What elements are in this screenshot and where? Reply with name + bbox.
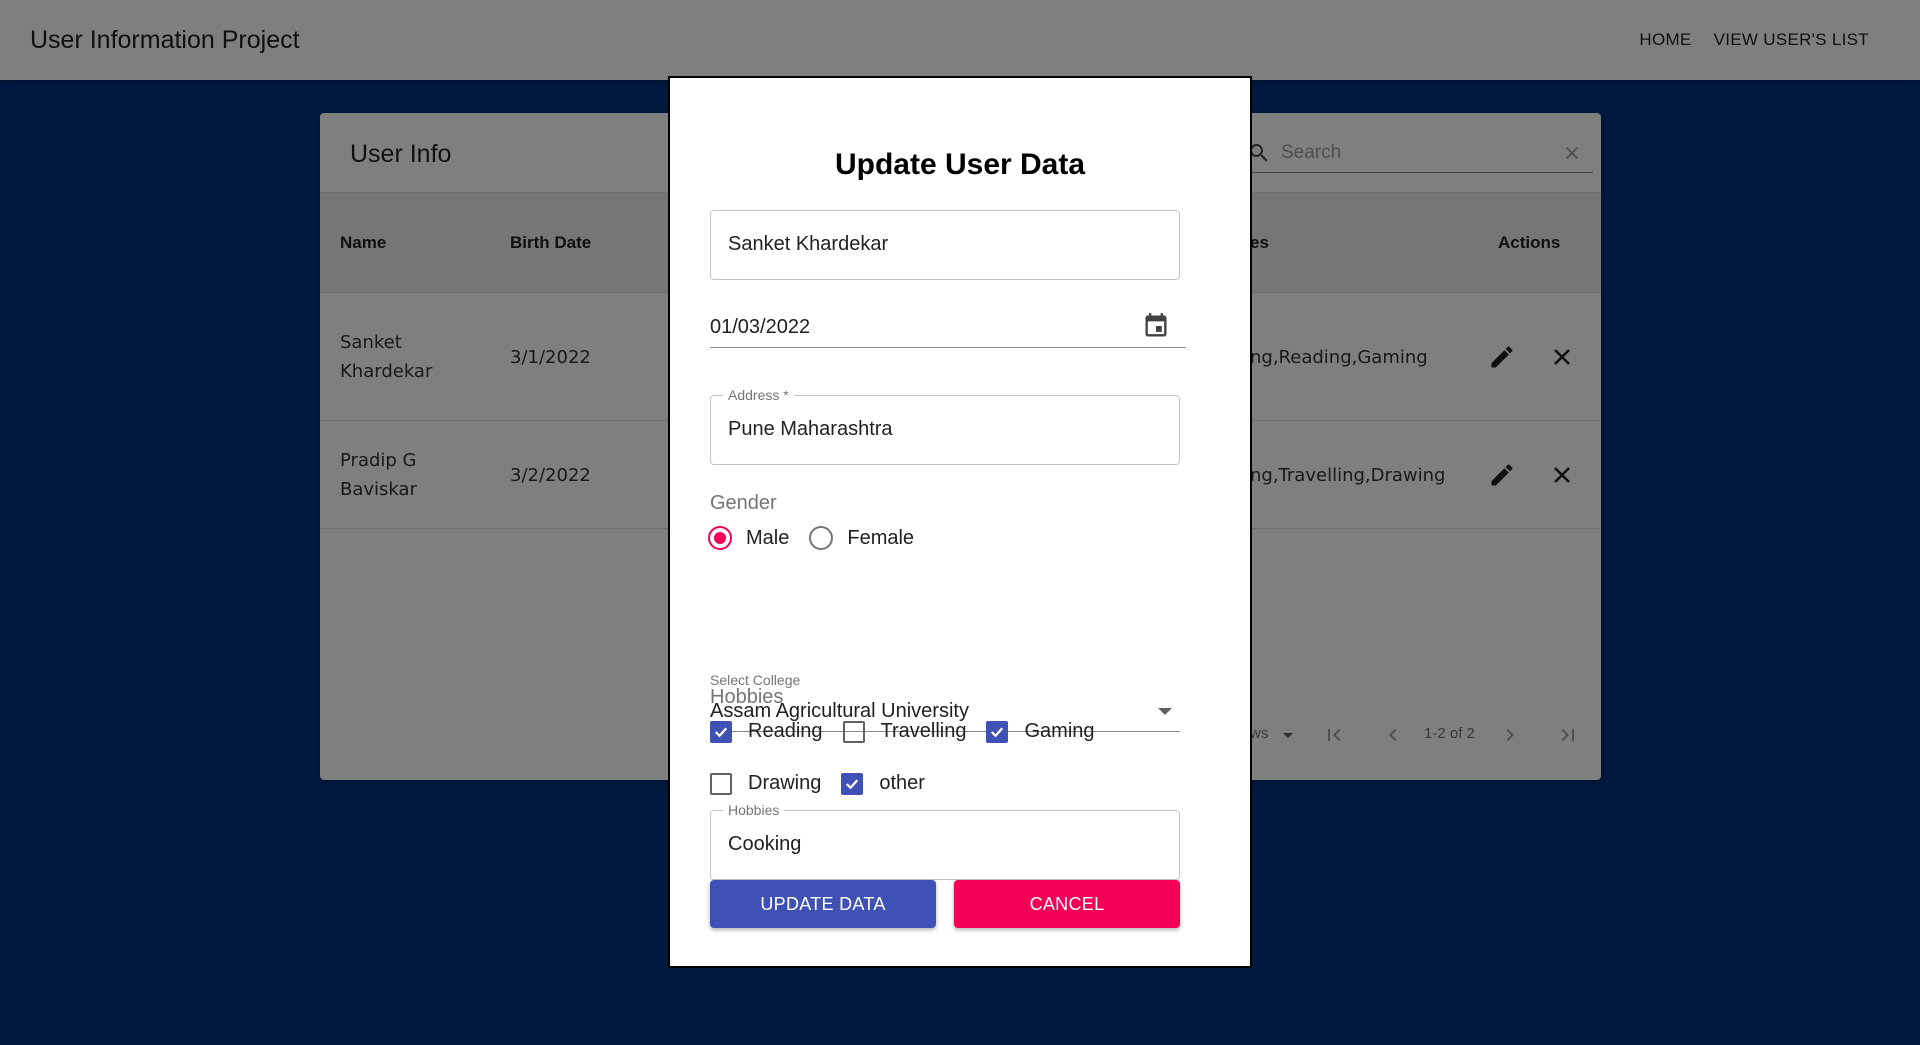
name-value: Sanket Khardekar	[728, 233, 889, 255]
hobby-reading[interactable]: Reading	[710, 720, 823, 743]
name-field[interactable]: Sanket Khardekar	[710, 210, 1180, 280]
gender-option-label: Male	[746, 526, 790, 549]
gender-label: Gender	[710, 492, 777, 514]
birth-date-field[interactable]: 01/03/2022	[710, 304, 1186, 348]
address-label: Address *	[723, 387, 794, 403]
calendar-icon[interactable]	[1142, 312, 1170, 340]
gender-option-male[interactable]: Male	[708, 526, 789, 550]
gender-option-female[interactable]: Female	[809, 526, 914, 550]
address-field[interactable]: Address * Pune Maharashtra	[710, 387, 1180, 465]
gender-radio-group: Male Female	[708, 526, 934, 550]
checkbox-unchecked-icon[interactable]	[710, 772, 732, 795]
hobby-drawing[interactable]: Drawing	[710, 772, 821, 795]
hobbies-checkbox-row: Drawing other	[710, 772, 945, 795]
hobby-label: Gaming	[1024, 720, 1095, 742]
other-hobby-value: Cooking	[728, 833, 802, 855]
checkbox-checked-icon[interactable]	[841, 772, 864, 795]
hobby-gaming[interactable]: Gaming	[986, 720, 1095, 743]
hobby-label: Travelling	[880, 720, 967, 742]
checkbox-checked-icon[interactable]	[710, 720, 732, 743]
radio-checked-icon[interactable]	[708, 526, 732, 550]
hobbies-checkbox-row: Reading Travelling Gaming	[710, 720, 1115, 743]
checkbox-unchecked-icon[interactable]	[842, 720, 865, 743]
cancel-button[interactable]: CANCEL	[954, 880, 1180, 928]
dialog-title: Update User Data	[834, 148, 1086, 181]
radio-unchecked-icon[interactable]	[809, 526, 834, 550]
other-hobby-field[interactable]: Hobbies Cooking	[710, 802, 1180, 880]
hobby-other[interactable]: other	[841, 772, 925, 795]
dropdown-caret-icon[interactable]	[1158, 708, 1172, 715]
birth-date-value: 01/03/2022	[710, 316, 811, 338]
hobby-label: other	[879, 772, 925, 794]
hobbies-label: Hobbies	[710, 686, 784, 708]
other-hobby-label: Hobbies	[723, 802, 785, 818]
hobby-label: Drawing	[748, 772, 822, 794]
checkbox-checked-icon[interactable]	[986, 720, 1009, 743]
gender-option-label: Female	[847, 526, 915, 549]
update-data-button[interactable]: UPDATE DATA	[710, 880, 936, 928]
update-user-dialog: Update User Data Sanket Khardekar 01/03/…	[668, 76, 1252, 968]
address-value: Pune Maharashtra	[728, 418, 893, 440]
hobby-label: Reading	[748, 720, 823, 742]
hobby-travelling[interactable]: Travelling	[842, 720, 967, 743]
